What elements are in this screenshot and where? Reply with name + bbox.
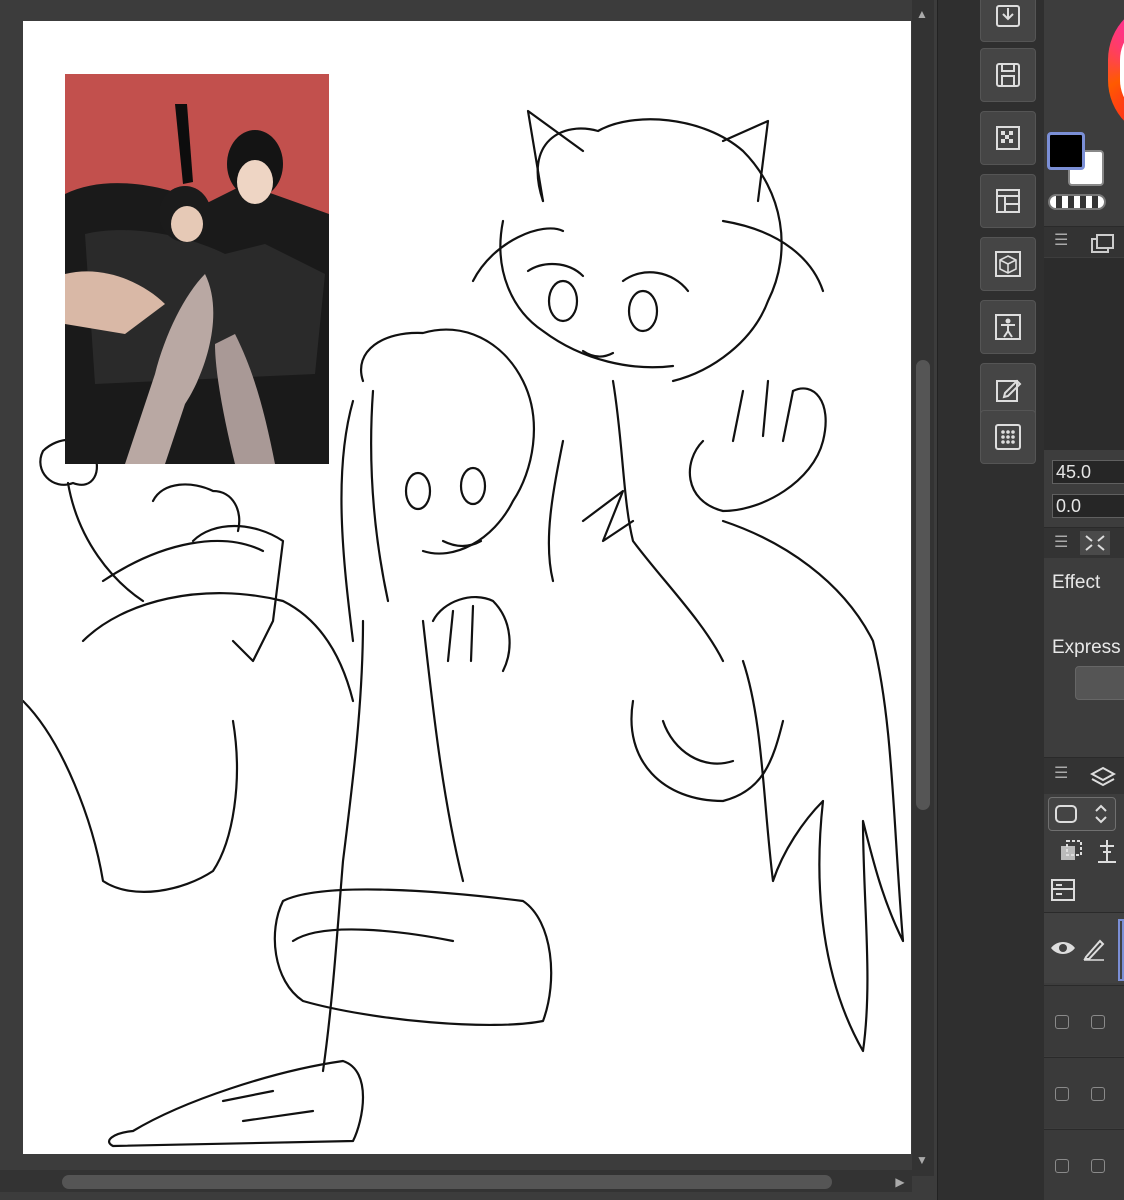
save-icon — [996, 63, 1020, 87]
lock-checkbox[interactable] — [1091, 1087, 1105, 1101]
clip-layer-icon[interactable] — [1058, 838, 1086, 866]
horizontal-scroll-thumb[interactable] — [62, 1175, 832, 1189]
canvas-paper[interactable] — [23, 21, 911, 1154]
visibility-checkbox[interactable] — [1055, 1159, 1069, 1173]
visibility-checkbox[interactable] — [1055, 1015, 1069, 1029]
expand-icon[interactable] — [1080, 531, 1110, 555]
rounded-rect-icon — [1055, 805, 1077, 823]
eye-icon[interactable] — [1049, 939, 1077, 957]
scroll-right-arrow-icon[interactable]: ▶ — [890, 1172, 910, 1192]
layer-list-icon[interactable] — [1050, 878, 1078, 904]
layer-row[interactable] — [1044, 1129, 1124, 1200]
3d-object-icon — [995, 251, 1021, 277]
layer-icon[interactable] — [1090, 765, 1116, 791]
copy-layers-icon[interactable] — [1090, 233, 1116, 255]
reference-layer-icon[interactable] — [1092, 836, 1122, 866]
menu-icon[interactable]: ☰ — [1054, 766, 1068, 782]
layer-row[interactable] — [1044, 1057, 1124, 1128]
vertical-scroll-thumb[interactable] — [916, 360, 930, 810]
transparency-button[interactable] — [980, 111, 1036, 165]
grid-button[interactable] — [980, 410, 1036, 464]
scroll-up-arrow-icon[interactable]: ▲ — [912, 4, 932, 24]
lock-checkbox[interactable] — [1091, 1015, 1105, 1029]
canvas-area[interactable]: ▲ ▼ ▶ — [0, 0, 937, 1200]
transparent-color-swatch[interactable] — [1048, 194, 1106, 210]
reference-photo-image — [65, 74, 329, 464]
figure-icon — [995, 314, 1021, 340]
import-button[interactable] — [980, 0, 1036, 42]
3d-object-button[interactable] — [980, 237, 1036, 291]
lock-checkbox[interactable] — [1091, 1159, 1105, 1173]
layout-button[interactable] — [980, 174, 1036, 228]
pen-icon[interactable] — [1082, 937, 1106, 961]
layout-icon — [996, 189, 1020, 213]
main-color-swatch[interactable] — [1047, 132, 1085, 170]
menu-icon[interactable]: ☰ — [1054, 535, 1068, 551]
layer-row[interactable] — [1044, 912, 1124, 983]
effect-section-label: Effect — [1052, 572, 1101, 593]
save-button[interactable] — [980, 48, 1036, 102]
import-icon — [996, 5, 1020, 27]
scroll-down-arrow-icon[interactable]: ▼ — [912, 1150, 932, 1170]
brush-offset-field[interactable]: 0.0 — [1052, 494, 1124, 518]
edit-icon — [996, 379, 1022, 402]
grid-icon — [995, 424, 1021, 450]
expression-color-dropdown[interactable] — [1075, 666, 1124, 700]
expression-section-label: Express — [1052, 637, 1121, 658]
layer-row[interactable] — [1044, 985, 1124, 1056]
brush-angle-field[interactable]: 45.0 — [1052, 460, 1124, 484]
chevron-updown-icon — [1095, 804, 1107, 824]
visibility-checkbox[interactable] — [1055, 1087, 1069, 1101]
transparency-icon — [996, 126, 1020, 150]
blend-mode-dropdown[interactable] — [1048, 797, 1116, 831]
menu-icon[interactable]: ☰ — [1054, 233, 1068, 249]
figure-button[interactable] — [980, 300, 1036, 354]
tool-preview-area — [1044, 258, 1124, 450]
layer-thumbnail[interactable] — [1118, 919, 1124, 981]
reference-photo[interactable] — [65, 74, 329, 464]
edit-button[interactable] — [980, 363, 1036, 417]
